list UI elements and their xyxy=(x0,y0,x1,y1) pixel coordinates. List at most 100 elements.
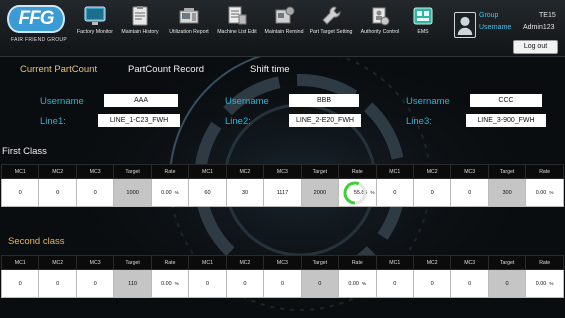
first-class-header-mc2: MC2 xyxy=(225,164,265,179)
rate-unit: % xyxy=(361,281,367,287)
first-class-mc2-cell: 30 xyxy=(225,178,265,207)
first-class-rate-cell: 55.85% xyxy=(338,178,377,207)
rate-unit: % xyxy=(370,190,375,196)
first-class-title: First Class xyxy=(2,146,47,157)
logo-subtitle: FAIR FRIEND GROUP xyxy=(11,37,67,43)
first-class-table: MC1 MC2 MC3 Target Rate MC1 MC2 MC3 Target Rate MC… xyxy=(0,164,564,207)
second-class-header-rate: Rate xyxy=(525,255,564,270)
nav-label: Authority Control xyxy=(360,29,400,35)
line2-label: Line2: xyxy=(225,116,251,127)
factory-machine-icon xyxy=(179,8,199,24)
first-class-rate-cell: 0.00% xyxy=(150,178,190,207)
clipboard-icon xyxy=(132,6,148,26)
first-class-mc2-cell: 0 xyxy=(38,178,77,207)
nav-utilization-report[interactable]: Utilization Report xyxy=(166,5,212,47)
wrench-icon xyxy=(322,6,341,25)
first-class-header-mc3: MC3 xyxy=(75,164,115,179)
rate-unit: % xyxy=(174,281,179,287)
second-class-header-mc2: MC2 xyxy=(38,255,77,270)
nav-authority-control[interactable]: Authority Control xyxy=(358,5,402,47)
first-class-header-target: Target xyxy=(487,164,527,179)
line3-username-label: Username xyxy=(406,96,450,107)
tab-current-partcount[interactable]: Current PartCount xyxy=(20,64,97,75)
rate-unit: % xyxy=(174,190,179,196)
first-class-mc1-cell: 0 xyxy=(375,178,414,207)
first-class-header-mc3: MC3 xyxy=(263,164,302,179)
group-label: Group xyxy=(479,12,499,19)
line1-username-field[interactable]: AAA xyxy=(104,94,178,107)
first-class-target-cell: 1000 xyxy=(113,178,152,207)
group-value: TE15 xyxy=(539,12,556,19)
first-class-header-target: Target xyxy=(113,164,152,179)
rate-value: 0.00 xyxy=(535,280,547,287)
nav-maintain-history[interactable]: Maintain History xyxy=(118,5,162,47)
first-class-header-target: Target xyxy=(300,164,340,179)
second-class-mc3-cell: 0 xyxy=(75,269,115,298)
nav-part-target-setting[interactable]: Part Target Setting xyxy=(308,5,354,47)
second-class-target-cell: 0 xyxy=(300,269,340,298)
first-class-header-mc3: MC3 xyxy=(450,164,489,179)
second-class-header-mc3: MC3 xyxy=(75,255,115,270)
user-avatar-icon xyxy=(454,12,476,38)
first-class-header-mc2: MC2 xyxy=(412,164,452,179)
second-class-rate-cell: 0.00% xyxy=(338,269,377,298)
second-class-table: MC1 MC2 MC3 Target Rate MC1 MC2 MC3 Target Rate MC… xyxy=(0,255,564,298)
second-class-header-mc2: MC2 xyxy=(412,255,452,270)
second-class-header-rate: Rate xyxy=(338,255,377,270)
nav-ems[interactable]: EMS xyxy=(410,5,436,47)
second-class-rate-cell: 0.00% xyxy=(150,269,190,298)
line2-field[interactable]: LINE_2-E20_FWH xyxy=(289,114,361,127)
logo-badge: FFG xyxy=(7,5,65,33)
first-class-header-mc1: MC1 xyxy=(375,164,414,179)
line1-field[interactable]: LINE_1-C23_FWH xyxy=(98,114,180,127)
first-class-header-rate: Rate xyxy=(525,164,564,179)
first-class-header-mc1: MC1 xyxy=(0,164,40,179)
first-class-header-mc2: MC2 xyxy=(38,164,77,179)
second-class-mc2-cell: 0 xyxy=(225,269,265,298)
nav-label: EMS xyxy=(417,29,429,35)
second-class-header-rate: Rate xyxy=(150,255,190,270)
second-class-mc1-cell: 0 xyxy=(0,269,40,298)
first-class-header-mc1: MC1 xyxy=(188,164,227,179)
nav-label: Factory Monitor xyxy=(76,29,114,35)
first-class-mc3-cell: 0 xyxy=(75,178,115,207)
first-class-rate-cell: 0.00% xyxy=(525,178,564,207)
second-class-header-mc3: MC3 xyxy=(263,255,302,270)
top-navigation-bar: FFG FAIR FRIEND GROUP Factory Monitor Ma… xyxy=(0,0,565,57)
rate-value: 0.00 xyxy=(348,280,359,287)
line2-username-label: Username xyxy=(225,96,269,107)
first-class-mc1-cell: 0 xyxy=(0,178,40,207)
second-class-mc3-cell: 0 xyxy=(263,269,302,298)
nav-machine-list-edit[interactable]: Machine List Edit xyxy=(215,5,259,47)
second-class-header-target: Target xyxy=(487,255,527,270)
first-class-mc2-cell: 0 xyxy=(412,178,452,207)
tab-partcount-record[interactable]: PartCount Record xyxy=(128,64,204,75)
first-class-target-cell: 300 xyxy=(487,178,527,207)
tab-shift-time[interactable]: Shift time xyxy=(250,64,290,75)
rate-gauge-icon xyxy=(343,181,367,205)
second-class-header-mc2: MC2 xyxy=(225,255,265,270)
line2-username-field[interactable]: BBB xyxy=(289,94,359,107)
nav-label: Utilization Report xyxy=(169,29,209,35)
rate-value: 0.00 xyxy=(535,189,547,196)
nav-maintain-remind[interactable]: Maintain Remind xyxy=(262,5,306,47)
nav-label: Machine List Edit xyxy=(217,29,257,35)
username-label: Username xyxy=(479,24,512,31)
first-class-header-rate: Rate xyxy=(338,164,377,179)
second-class-header-mc1: MC1 xyxy=(375,255,414,270)
first-class-mc3-cell: 1117 xyxy=(263,178,302,207)
line3-field[interactable]: LINE_3-900_FWH xyxy=(466,114,546,127)
second-class-header-mc3: MC3 xyxy=(450,255,489,270)
authority-icon xyxy=(372,7,390,26)
first-class-mc1-cell: 60 xyxy=(188,178,227,207)
second-class-mc1-cell: 0 xyxy=(375,269,414,298)
second-class-header-target: Target xyxy=(300,255,340,270)
logout-button[interactable]: Log out xyxy=(513,40,558,54)
second-class-mc2-cell: 0 xyxy=(38,269,77,298)
nav-factory-monitor[interactable]: Factory Monitor xyxy=(76,5,114,47)
first-class-mc3-cell: 0 xyxy=(450,178,489,207)
second-class-mc3-cell: 0 xyxy=(450,269,489,298)
nav-label: Part Target Setting xyxy=(309,29,353,35)
second-class-rate-cell: 0.00% xyxy=(525,269,564,298)
line3-username-field[interactable]: CCC xyxy=(470,94,542,107)
